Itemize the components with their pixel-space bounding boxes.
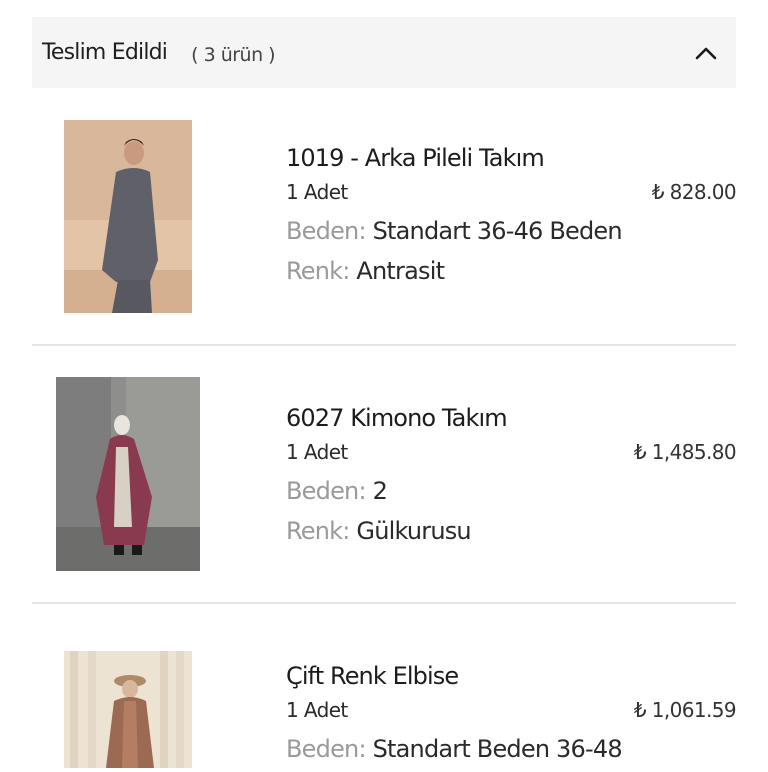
size-value: 2 [372, 477, 388, 505]
product-quantity: 1 Adet [286, 180, 348, 204]
product-image[interactable] [64, 120, 192, 313]
color-value: Antrasit [356, 257, 445, 285]
product-image[interactable] [56, 377, 200, 571]
product-quantity: 1 Adet [286, 698, 348, 722]
product-size: Beden: 2 [286, 471, 736, 511]
order-status-header[interactable]: Teslim Edildi ( 3 ürün ) [32, 17, 736, 88]
product-size: Beden: Standart 36-46 Beden [286, 211, 736, 251]
product-price: ₺ 828.00 [651, 180, 737, 204]
product-color: Renk: Gülkurusu [286, 511, 736, 551]
list-item[interactable]: 1019 - Arka Pileli Takım 1 Adet ₺ 828.00… [32, 118, 737, 318]
chevron-up-icon[interactable] [694, 41, 718, 65]
product-name[interactable]: 1019 - Arka Pileli Takım [286, 143, 736, 173]
divider [32, 602, 736, 604]
list-item[interactable]: 6027 Kimono Takım 1 Adet ₺ 1,485.80 Bede… [32, 376, 737, 576]
size-label: Beden: [286, 477, 367, 505]
product-price: ₺ 1,061.59 [633, 698, 737, 722]
color-label: Renk: [286, 517, 350, 545]
product-image[interactable] [64, 651, 192, 768]
order-status-title: Teslim Edildi [42, 40, 168, 65]
list-item[interactable]: Çift Renk Elbise 1 Adet ₺ 1,061.59 Beden… [32, 650, 737, 769]
product-name[interactable]: Çift Renk Elbise [286, 661, 736, 691]
color-label: Renk: [286, 257, 350, 285]
product-quantity: 1 Adet [286, 440, 348, 464]
divider [32, 344, 736, 346]
size-label: Beden: [286, 217, 367, 245]
size-value: Standart 36-46 Beden [372, 217, 623, 245]
product-size: Beden: Standart Beden 36-48 [286, 729, 736, 769]
item-count: ( 3 ürün ) [191, 43, 276, 66]
product-price: ₺ 1,485.80 [633, 440, 737, 464]
product-color: Renk: Antrasit [286, 251, 736, 291]
product-name[interactable]: 6027 Kimono Takım [286, 403, 736, 433]
size-value: Standart Beden 36-48 [372, 735, 623, 763]
color-value: Gülkurusu [356, 517, 471, 545]
size-label: Beden: [286, 735, 367, 763]
